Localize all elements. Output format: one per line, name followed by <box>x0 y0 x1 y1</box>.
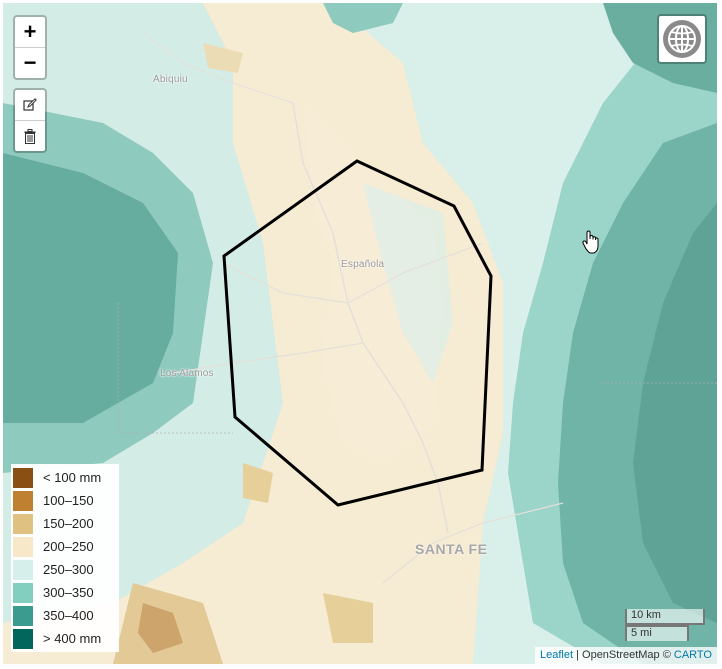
zoom-control: + − <box>13 15 47 80</box>
map-attribution: Leaflet | OpenStreetMap © CARTO <box>535 647 717 664</box>
scale-bar: 10 km 5 mi <box>625 609 705 641</box>
legend-swatch <box>13 559 33 580</box>
carto-link[interactable]: CARTO <box>674 649 712 661</box>
scale-mi: 5 mi <box>625 625 689 641</box>
legend-item: 350–400 <box>11 604 119 627</box>
legend-label: 100–150 <box>43 493 94 508</box>
place-label-santa-fe: SANTA FE <box>415 541 488 557</box>
zoom-out-button[interactable]: − <box>15 48 45 78</box>
legend-swatch <box>13 628 33 649</box>
scale-km: 10 km <box>625 609 705 625</box>
delete-layers-button[interactable] <box>15 121 45 151</box>
leaflet-link[interactable]: Leaflet <box>540 649 573 661</box>
legend-item: 100–150 <box>11 489 119 512</box>
legend-swatch <box>13 536 33 557</box>
edit-icon <box>23 98 37 111</box>
legend-item: 200–250 <box>11 535 119 558</box>
legend-label: 300–350 <box>43 585 94 600</box>
legend-item: < 100 mm <box>11 466 119 489</box>
zoom-in-button[interactable]: + <box>15 17 45 48</box>
legend-swatch <box>13 467 33 488</box>
legend-item: 150–200 <box>11 512 119 535</box>
legend-label: 150–200 <box>43 516 94 531</box>
legend-label: < 100 mm <box>43 470 102 485</box>
basemap-toggle-button[interactable] <box>657 14 707 64</box>
legend-swatch <box>13 513 33 534</box>
osm-credit: OpenStreetMap © <box>582 649 674 661</box>
place-label-abiquiu: Abiquiu <box>153 74 188 85</box>
legend-item: 300–350 <box>11 581 119 604</box>
place-label-espanola: Española <box>341 259 385 270</box>
place-label-los-alamos: Los Alamos <box>160 368 214 379</box>
legend-label: 350–400 <box>43 608 94 623</box>
legend-swatch <box>13 490 33 511</box>
precipitation-legend: < 100 mm 100–150 150–200 200–250 250–300… <box>11 464 119 652</box>
legend-swatch <box>13 582 33 603</box>
legend-label: 200–250 <box>43 539 94 554</box>
trash-icon <box>24 128 36 144</box>
legend-label: 250–300 <box>43 562 94 577</box>
attribution-separator: | <box>573 649 583 661</box>
map-canvas[interactable]: Abiquiu Española Los Alamos SANTA FE + − <box>3 3 717 664</box>
edit-layers-button[interactable] <box>15 90 45 121</box>
legend-label: > 400 mm <box>43 631 102 646</box>
draw-toolbar <box>13 88 47 153</box>
legend-item: 250–300 <box>11 558 119 581</box>
legend-item: > 400 mm <box>11 627 119 650</box>
legend-swatch <box>13 605 33 626</box>
globe-icon <box>663 20 701 58</box>
